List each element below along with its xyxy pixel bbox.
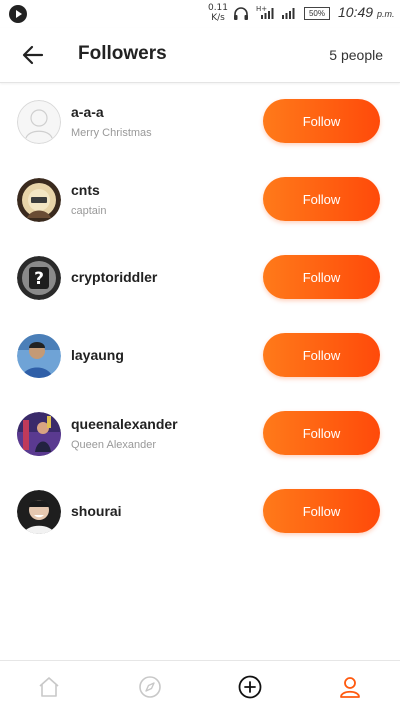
back-arrow-icon[interactable]	[22, 44, 44, 66]
media-play-icon	[9, 5, 27, 23]
follow-button[interactable]: Follow	[263, 489, 380, 533]
default-avatar-icon	[17, 100, 61, 144]
signal-icon-2	[282, 8, 295, 19]
follower-row[interactable]: queenalexander Queen Alexander Follow	[0, 395, 400, 473]
avatar[interactable]: ?	[17, 256, 61, 300]
bottom-navigation	[0, 660, 400, 712]
follower-count: 5 people	[329, 47, 383, 63]
home-icon[interactable]	[37, 675, 61, 699]
follow-button[interactable]: Follow	[263, 411, 380, 455]
follower-name[interactable]: shourai	[71, 503, 122, 519]
avatar-image	[17, 412, 61, 456]
follower-subtitle: Queen Alexander	[71, 439, 157, 451]
svg-text:H+: H+	[256, 5, 267, 13]
avatar-image	[17, 178, 61, 222]
follower-subtitle: Merry Christmas	[71, 127, 152, 139]
follow-button[interactable]: Follow	[263, 177, 380, 221]
battery-indicator: 50%	[304, 7, 330, 20]
avatar[interactable]	[17, 334, 61, 378]
compass-icon[interactable]	[138, 675, 162, 699]
follower-name[interactable]: layaung	[71, 347, 124, 363]
network-speed-unit: K/s	[211, 13, 225, 23]
follower-name[interactable]: cnts	[71, 182, 100, 198]
follow-button[interactable]: Follow	[263, 333, 380, 377]
avatar[interactable]	[17, 100, 61, 144]
follower-name[interactable]: cryptoriddler	[71, 269, 157, 285]
follower-name[interactable]: a-a-a	[71, 104, 104, 120]
avatar[interactable]	[17, 412, 61, 456]
status-bar: 0.11 K/s H+ 50% 10:49 p.m.	[0, 0, 400, 28]
question-mark-icon: ?	[17, 256, 61, 300]
follower-name[interactable]: queenalexander	[71, 416, 178, 432]
avatar[interactable]	[17, 490, 61, 534]
follower-row[interactable]: cnts captain Follow	[0, 161, 400, 239]
clock-ampm: p.m.	[376, 9, 395, 19]
follower-row[interactable]: shourai Follow	[0, 473, 400, 551]
followers-list: a-a-a Merry Christmas Follow cnts captai…	[0, 83, 400, 551]
follow-button[interactable]: Follow	[263, 255, 380, 299]
network-speed: 0.11 K/s	[206, 3, 230, 23]
follower-subtitle: captain	[71, 205, 107, 217]
avatar-image	[17, 490, 61, 534]
follow-button[interactable]: Follow	[263, 99, 380, 143]
clock: 10:49 p.m.	[338, 4, 394, 20]
profile-icon[interactable]	[338, 675, 362, 699]
signal-icon: H+	[256, 5, 274, 19]
app-header: Followers 5 people	[0, 28, 400, 83]
follower-row[interactable]: a-a-a Merry Christmas Follow	[0, 83, 400, 161]
svg-text:?: ?	[34, 269, 44, 289]
network-speed-value: 0.11	[207, 3, 229, 13]
headset-icon	[234, 7, 248, 20]
follower-row[interactable]: ? cryptoriddler Follow	[0, 239, 400, 317]
add-icon[interactable]	[238, 675, 262, 699]
avatar[interactable]	[17, 178, 61, 222]
page-title: Followers	[78, 43, 167, 64]
clock-time: 10:49	[338, 4, 374, 20]
follower-row[interactable]: layaung Follow	[0, 317, 400, 395]
avatar-image	[17, 334, 61, 378]
